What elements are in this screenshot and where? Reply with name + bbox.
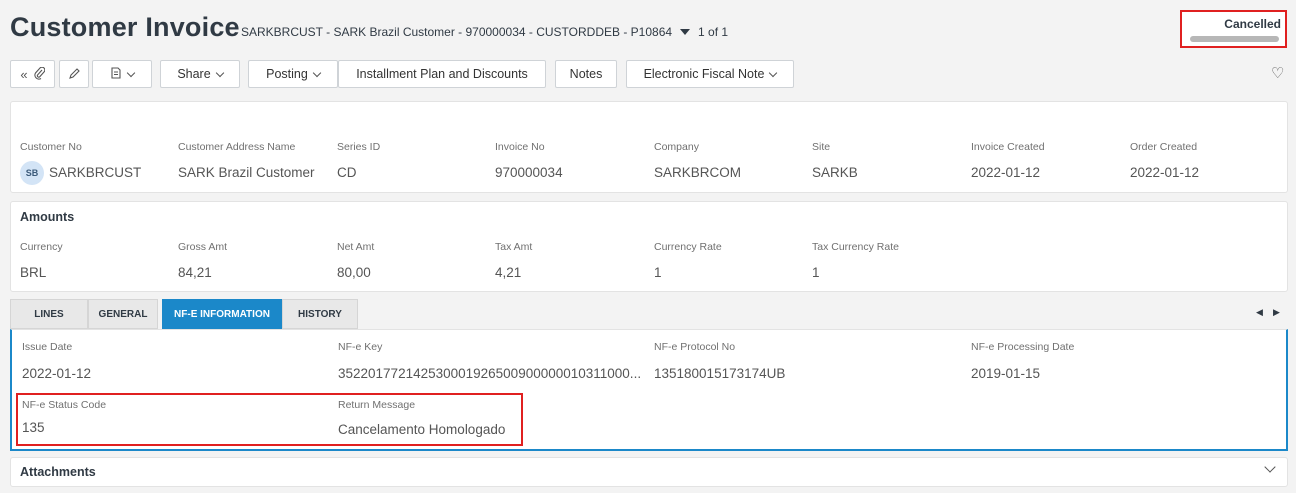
chevron-down-icon: [215, 68, 224, 77]
tax-amt-value: 4,21: [495, 265, 522, 280]
tab-history[interactable]: HISTORY: [282, 299, 358, 329]
field-label: Customer Address Name: [178, 141, 296, 153]
site-value: SARKB: [812, 165, 858, 180]
net-amt-value: 80,00: [337, 265, 371, 280]
field-label: Currency: [20, 241, 63, 253]
processing-date-value: 2019-01-15: [971, 366, 1041, 381]
status-progress-bar: [1190, 36, 1279, 42]
series-id-value: CD: [337, 165, 357, 180]
toolbar-group-left: «: [10, 60, 55, 88]
currency-rate-value: 1: [654, 265, 662, 280]
field-label: NF-e Processing Date: [971, 341, 1075, 353]
field-label: Return Message: [338, 399, 416, 411]
protocol-no-value: 135180015173174UB: [654, 366, 786, 381]
field-label: NF-e Key: [338, 341, 383, 353]
fiscal-note-label: Electronic Fiscal Note: [643, 67, 765, 81]
status-code-value: 135: [22, 420, 45, 435]
edit-icon: [68, 67, 80, 81]
record-selector[interactable]: SARKBRCUST - SARK Brazil Customer - 9700…: [241, 25, 728, 39]
invoice-created-value: 2022-01-12: [971, 165, 1041, 180]
field-label: Issue Date: [22, 341, 73, 353]
field-label: Site: [812, 141, 831, 153]
attachments-section[interactable]: [10, 457, 1288, 487]
caret-down-icon[interactable]: [680, 29, 691, 36]
edit-button[interactable]: [59, 60, 89, 88]
order-created-value: 2022-01-12: [1130, 165, 1200, 180]
field-label: Series ID: [337, 141, 381, 153]
field-label: NF-e Protocol No: [654, 341, 736, 353]
notes-button[interactable]: Notes: [555, 60, 617, 88]
share-button[interactable]: Share: [160, 60, 240, 88]
posting-label: Posting: [266, 67, 308, 81]
tab-scroll-right-icon[interactable]: ▶: [1273, 307, 1280, 318]
status-label: Cancelled: [1224, 17, 1281, 31]
avatar: SB: [20, 161, 44, 185]
field-label: Net Amt: [337, 241, 375, 253]
field-label: Company: [654, 141, 699, 153]
nfe-key-value: 352201772142530001926500900000010311000.…: [338, 366, 642, 381]
customer-address-value: SARK Brazil Customer: [178, 165, 315, 180]
collapse-icon[interactable]: «: [20, 68, 27, 81]
tab-lines[interactable]: LINES: [10, 299, 88, 329]
amounts-title: Amounts: [20, 210, 75, 224]
chevron-down-icon: [769, 68, 778, 77]
record-subtitle: SARKBRCUST - SARK Brazil Customer - 9700…: [241, 25, 673, 39]
chevron-down-icon: [126, 68, 136, 77]
posting-button[interactable]: Posting: [248, 60, 338, 88]
document-menu-button[interactable]: [92, 60, 152, 88]
field-label: Customer No: [20, 141, 82, 153]
customer-no-value[interactable]: SARKBRCUST: [49, 165, 141, 180]
field-label: Gross Amt: [178, 241, 228, 253]
field-label: Tax Currency Rate: [812, 241, 899, 253]
gross-amt-value: 84,21: [178, 265, 212, 280]
field-label: Invoice Created: [971, 141, 1045, 153]
field-label: Invoice No: [495, 141, 545, 153]
status-badge: Cancelled: [1180, 10, 1287, 48]
company-value: SARKBRCOM: [654, 165, 742, 180]
installment-plan-button[interactable]: Installment Plan and Discounts: [338, 60, 546, 88]
notes-label: Notes: [569, 67, 603, 81]
favorite-icon[interactable]: ♡: [1271, 64, 1284, 82]
field-label: Tax Amt: [495, 241, 533, 253]
tab-nfe-information[interactable]: NF-E INFORMATION: [162, 299, 282, 329]
tab-scroll-left-icon[interactable]: ◀: [1256, 307, 1263, 318]
record-count: 1 of 1: [698, 25, 729, 39]
paperclip-icon[interactable]: [34, 66, 45, 82]
tab-general[interactable]: GENERAL: [88, 299, 158, 329]
tax-currency-rate-value: 1: [812, 265, 820, 280]
issue-date-value: 2022-01-12: [22, 366, 92, 381]
chevron-down-icon: [312, 68, 322, 77]
document-icon: [110, 67, 122, 81]
page-title: Customer Invoice: [10, 12, 240, 42]
field-label: Order Created: [1130, 141, 1198, 153]
field-label: Currency Rate: [654, 241, 722, 253]
installment-label: Installment Plan and Discounts: [356, 67, 528, 81]
fiscal-note-button[interactable]: Electronic Fiscal Note: [626, 60, 794, 88]
attachments-title: Attachments: [20, 465, 96, 479]
currency-value: BRL: [20, 265, 47, 280]
field-label: NF-e Status Code: [22, 399, 107, 411]
share-label: Share: [177, 67, 211, 81]
invoice-no-value: 970000034: [495, 165, 563, 180]
return-message-value: Cancelamento Homologado: [338, 422, 506, 437]
